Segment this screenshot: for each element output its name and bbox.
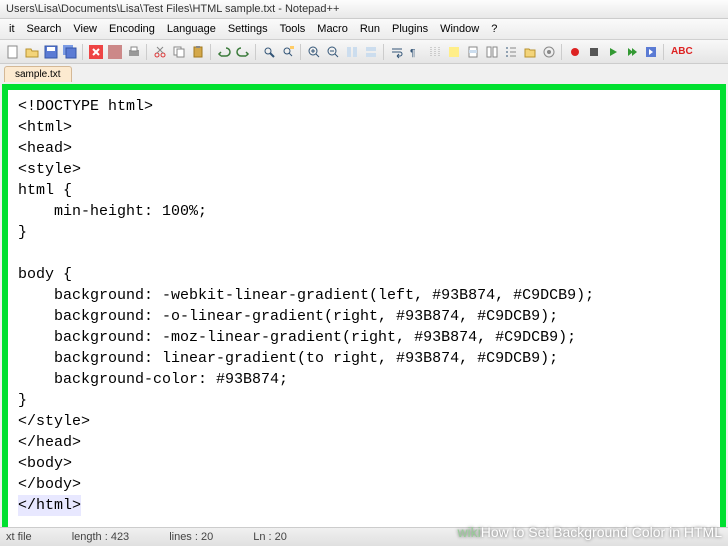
zoom-out-icon[interactable] bbox=[324, 43, 341, 60]
status-length: length : 423 bbox=[72, 531, 130, 543]
save-icon[interactable] bbox=[42, 43, 59, 60]
menu-item-plugins[interactable]: Plugins bbox=[387, 21, 433, 37]
redo-icon[interactable] bbox=[234, 43, 251, 60]
file-tab[interactable]: sample.txt bbox=[4, 66, 72, 82]
zoom-in-icon[interactable] bbox=[305, 43, 322, 60]
indent-guide-icon[interactable] bbox=[426, 43, 443, 60]
find-icon[interactable] bbox=[260, 43, 277, 60]
editor-highlight-frame: <!DOCTYPE html> <html> <head> <style> ht… bbox=[2, 84, 726, 536]
cut-icon[interactable] bbox=[151, 43, 168, 60]
separator bbox=[82, 44, 83, 60]
undo-icon[interactable] bbox=[215, 43, 232, 60]
status-ln: Ln : 20 bbox=[253, 531, 287, 543]
separator bbox=[383, 44, 384, 60]
code-editor[interactable]: <!DOCTYPE html> <html> <head> <style> ht… bbox=[8, 90, 720, 522]
window-titlebar: Users\Lisa\Documents\Lisa\Test Files\HTM… bbox=[0, 0, 728, 19]
spellcheck-icon[interactable]: ABC bbox=[668, 43, 696, 60]
menu-item-tools[interactable]: Tools bbox=[275, 21, 311, 37]
stop-icon[interactable] bbox=[585, 43, 602, 60]
save-macro-icon[interactable] bbox=[642, 43, 659, 60]
separator bbox=[300, 44, 301, 60]
tab-label: sample.txt bbox=[15, 69, 61, 80]
status-lines: lines : 20 bbox=[169, 531, 213, 543]
doc-map-icon[interactable] bbox=[464, 43, 481, 60]
menu-item-run[interactable]: Run bbox=[355, 21, 385, 37]
separator bbox=[663, 44, 664, 60]
menu-item-window[interactable]: Window bbox=[435, 21, 484, 37]
print-icon[interactable] bbox=[125, 43, 142, 60]
play-multi-icon[interactable] bbox=[623, 43, 640, 60]
separator bbox=[561, 44, 562, 60]
user-lang-icon[interactable] bbox=[445, 43, 462, 60]
sync-v-icon[interactable] bbox=[343, 43, 360, 60]
close-all-icon[interactable] bbox=[106, 43, 123, 60]
replace-icon[interactable] bbox=[279, 43, 296, 60]
window-title: Users\Lisa\Documents\Lisa\Test Files\HTM… bbox=[6, 3, 339, 15]
separator bbox=[255, 44, 256, 60]
paste-icon[interactable] bbox=[189, 43, 206, 60]
wordwrap-icon[interactable] bbox=[388, 43, 405, 60]
menu-item-view[interactable]: View bbox=[68, 21, 102, 37]
menubar: itSearchViewEncodingLanguageSettingsTool… bbox=[0, 19, 728, 40]
record-icon[interactable] bbox=[566, 43, 583, 60]
folder-panel-icon[interactable] bbox=[521, 43, 538, 60]
show-all-icon[interactable]: ¶ bbox=[407, 43, 424, 60]
menu-item-language[interactable]: Language bbox=[162, 21, 221, 37]
monitor-icon[interactable] bbox=[540, 43, 557, 60]
watermark-prefix: wiki bbox=[457, 524, 480, 540]
watermark-text: How to Set Background Color in HTML bbox=[481, 524, 722, 540]
menu-item-macro[interactable]: Macro bbox=[312, 21, 353, 37]
toolbar: ¶ ABC bbox=[0, 40, 728, 64]
menu-item-encoding[interactable]: Encoding bbox=[104, 21, 160, 37]
tab-bar: sample.txt bbox=[0, 64, 728, 82]
doc-list-icon[interactable] bbox=[483, 43, 500, 60]
sync-h-icon[interactable] bbox=[362, 43, 379, 60]
menu-item-?[interactable]: ? bbox=[486, 21, 502, 37]
open-file-icon[interactable] bbox=[23, 43, 40, 60]
func-list-icon[interactable] bbox=[502, 43, 519, 60]
svg-text:¶: ¶ bbox=[410, 48, 415, 59]
copy-icon[interactable] bbox=[170, 43, 187, 60]
separator bbox=[146, 44, 147, 60]
menu-item-settings[interactable]: Settings bbox=[223, 21, 273, 37]
status-filetype: xt file bbox=[6, 531, 32, 543]
new-file-icon[interactable] bbox=[4, 43, 21, 60]
save-all-icon[interactable] bbox=[61, 43, 78, 60]
play-icon[interactable] bbox=[604, 43, 621, 60]
separator bbox=[210, 44, 211, 60]
wikihow-watermark: wikiHow to Set Background Color in HTML bbox=[457, 524, 722, 540]
menu-item-it[interactable]: it bbox=[4, 21, 20, 37]
close-icon[interactable] bbox=[87, 43, 104, 60]
menu-item-search[interactable]: Search bbox=[22, 21, 67, 37]
